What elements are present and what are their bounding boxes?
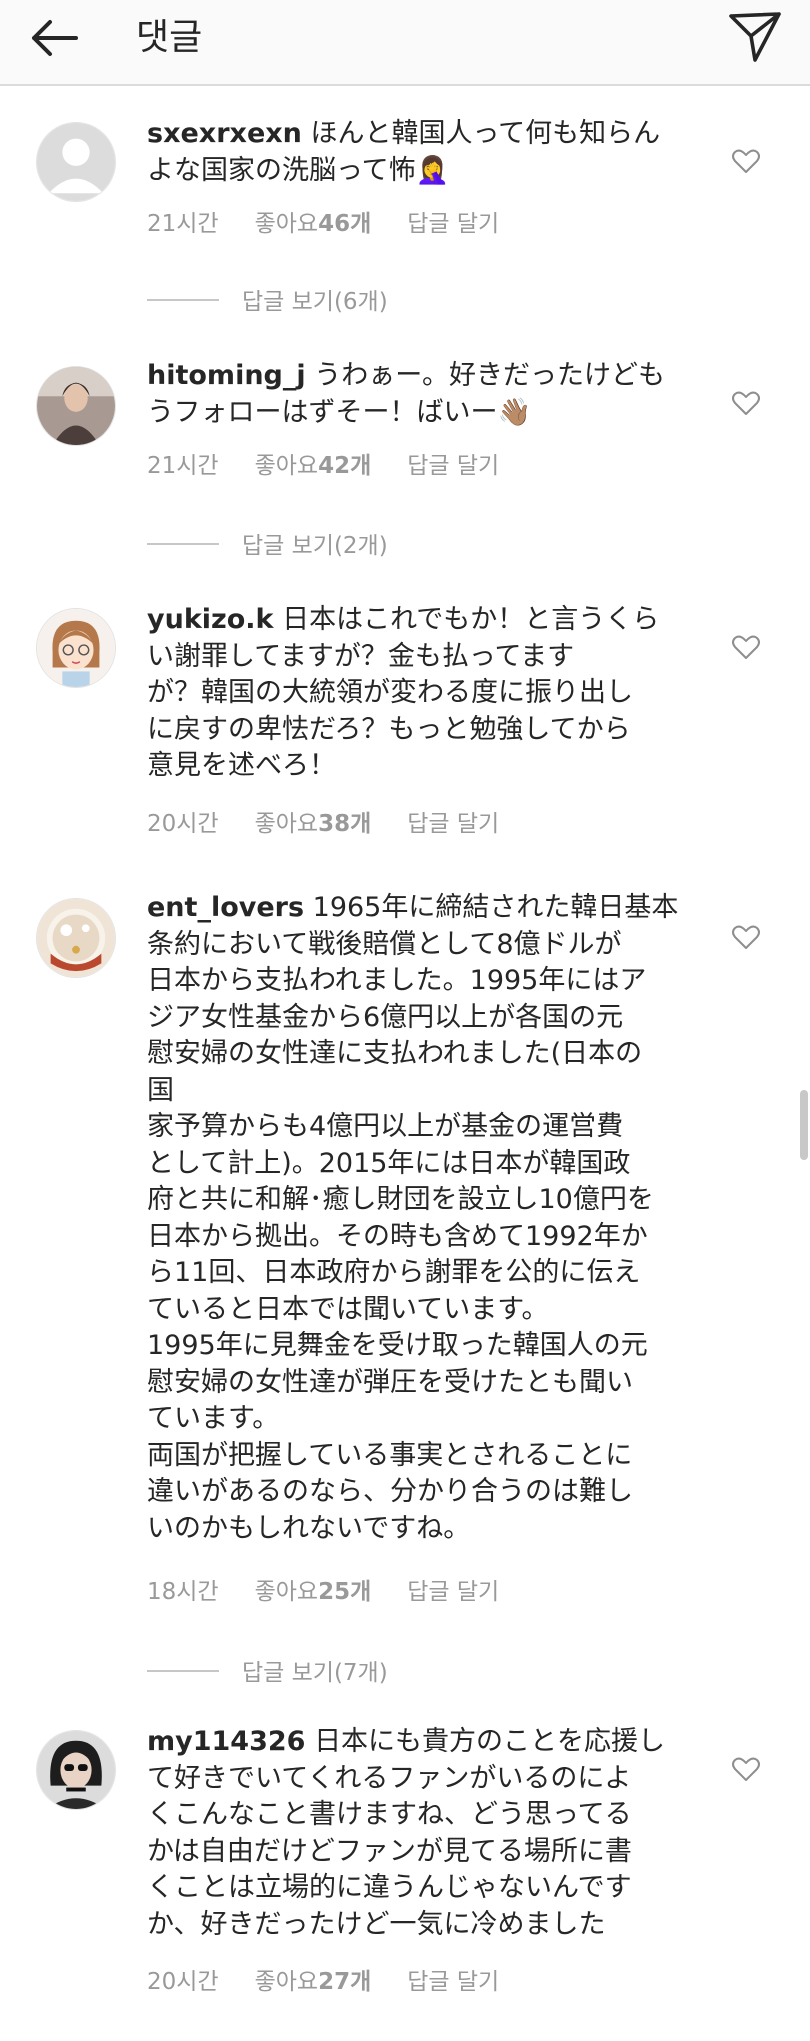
likes-number: 38개 — [318, 811, 372, 837]
replies-divider — [147, 1670, 219, 1672]
like-heart-icon[interactable] — [731, 146, 761, 176]
avatar[interactable] — [36, 898, 116, 978]
likes-label: 좋아요 — [254, 1969, 319, 1995]
comment-username[interactable]: ent_lovers — [147, 892, 304, 923]
comment-meta: 21시간 좋아요 46개 답글 달기 — [147, 204, 535, 238]
comment-text: yukizo.k 日本はこれでもか！と言うくら い謝罪してますが？金も払ってます… — [147, 602, 707, 785]
comment-text: sxexrxexn ほんと韓国人って何も知らん よな国家の洗脳って怖🤦‍♀️ — [147, 116, 707, 189]
likes-label: 좋아요 — [254, 453, 319, 479]
view-replies-label: 답글 보기(7개) — [242, 1660, 388, 1686]
likes-count[interactable]: 좋아요 46개 — [255, 204, 372, 238]
comment-meta: 20시간 좋아요 27개 답글 달기 — [147, 1962, 535, 1996]
likes-number: 25개 — [318, 1579, 372, 1605]
comment-text: ent_lovers 1965年に締結された韓日基本 条約において戦後賠償として… — [147, 890, 707, 1547]
avatar[interactable] — [36, 1730, 116, 1810]
like-heart-icon[interactable] — [731, 632, 761, 662]
like-heart-icon[interactable] — [731, 1754, 761, 1784]
comment-text: my114326 日本にも貴方のことを応援し て好きでいてくれるファンがいるのに… — [147, 1724, 707, 1943]
back-arrow-icon[interactable] — [26, 10, 82, 66]
comment-body: 1965年に締結された韓日基本 条約において戦後賠償として8億ドルが 日本から支… — [147, 892, 679, 1544]
reply-button[interactable]: 답글 달기 — [407, 204, 499, 238]
comment-time: 18시간 — [147, 1579, 219, 1605]
comment-body: 日本にも貴方のことを応援し て好きでいてくれるファンがいるのによ くこんなこと書… — [147, 1726, 666, 1940]
likes-number: 46개 — [318, 211, 372, 237]
view-replies-label: 답글 보기(6개) — [242, 289, 388, 315]
scrollbar-thumb[interactable] — [800, 1090, 808, 1160]
likes-count[interactable]: 좋아요 25개 — [255, 1572, 372, 1606]
likes-count[interactable]: 좋아요 38개 — [255, 804, 372, 838]
comment-emoji: 👋🏽 — [497, 396, 532, 428]
avatar[interactable] — [36, 366, 116, 446]
likes-count[interactable]: 좋아요 27개 — [255, 1962, 372, 1996]
top-bar: 댓글 — [0, 0, 810, 86]
likes-label: 좋아요 — [254, 811, 319, 837]
comment-text: hitoming_j うわぁー。好きだったけども うフォローはずそー！ばいー👋🏽 — [147, 358, 707, 431]
comment-time: 21시간 — [147, 453, 219, 479]
comment-time: 21시간 — [147, 211, 219, 237]
comment-username[interactable]: yukizo.k — [147, 604, 274, 635]
like-heart-icon[interactable] — [731, 922, 761, 952]
comment-username[interactable]: hitoming_j — [147, 360, 306, 391]
likes-number: 42개 — [318, 453, 372, 479]
comment-meta: 18시간 좋아요 25개 답글 달기 — [147, 1572, 535, 1606]
reply-button[interactable]: 답글 달기 — [407, 1572, 499, 1606]
reply-button[interactable]: 답글 달기 — [407, 1962, 499, 1996]
likes-number: 27개 — [318, 1969, 372, 1995]
comment-emoji: 🤦‍♀️ — [415, 154, 450, 186]
comment-time: 20시간 — [147, 811, 219, 837]
comment-username[interactable]: sxexrxexn — [147, 118, 302, 149]
comment-username[interactable]: my114326 — [147, 1726, 305, 1757]
avatar[interactable] — [36, 122, 116, 202]
reply-button[interactable]: 답글 달기 — [407, 804, 499, 838]
view-replies-label: 답글 보기(2개) — [242, 533, 388, 559]
likes-label: 좋아요 — [254, 211, 319, 237]
likes-label: 좋아요 — [254, 1579, 319, 1605]
avatar[interactable] — [36, 608, 116, 688]
comment-meta: 21시간 좋아요 42개 답글 달기 — [147, 446, 535, 480]
likes-count[interactable]: 좋아요 42개 — [255, 446, 372, 480]
reply-button[interactable]: 답글 달기 — [407, 446, 499, 480]
like-heart-icon[interactable] — [731, 388, 761, 418]
replies-divider — [147, 299, 219, 301]
comment-time: 20시간 — [147, 1969, 219, 1995]
comment-meta: 20시간 좋아요 38개 답글 달기 — [147, 804, 535, 838]
page-title: 댓글 — [136, 17, 203, 58]
replies-divider — [147, 543, 219, 545]
direct-send-icon[interactable] — [725, 6, 785, 66]
